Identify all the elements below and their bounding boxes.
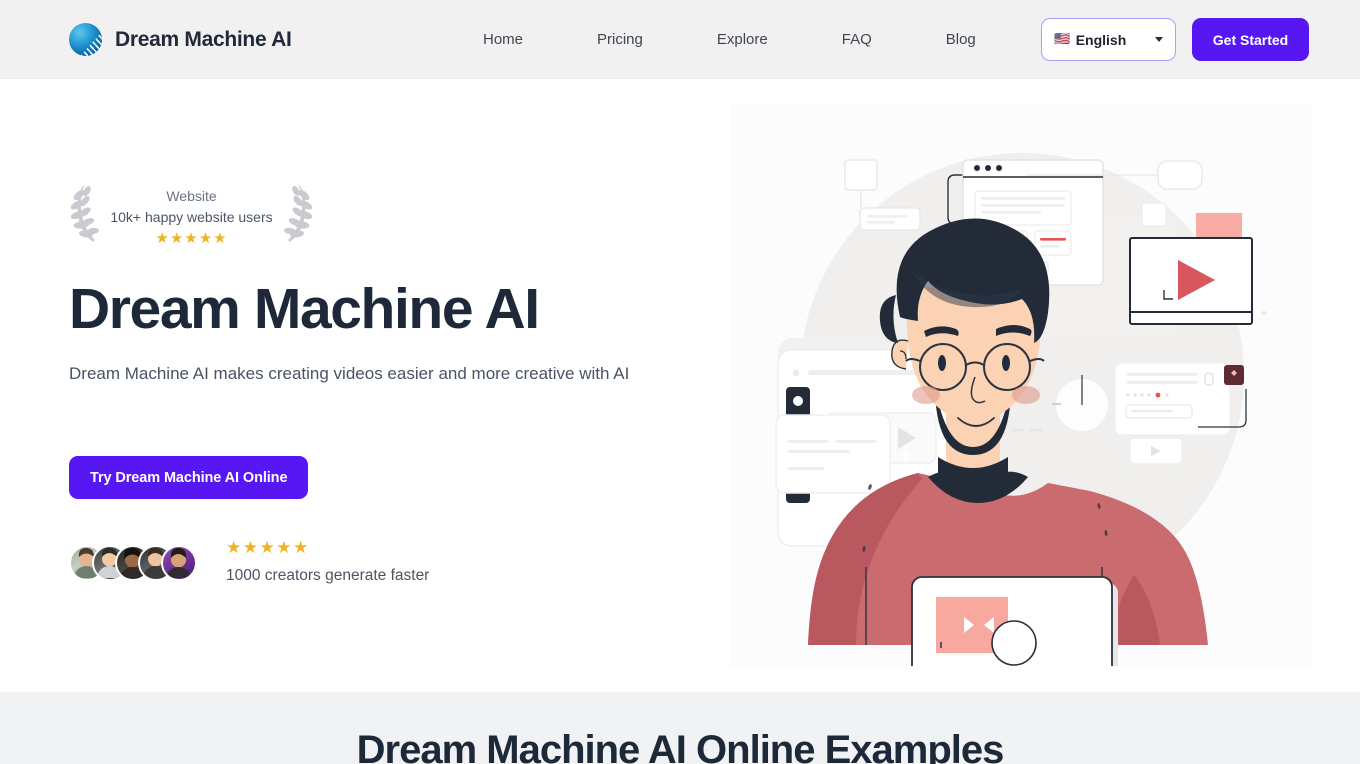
logo[interactable]: Dream Machine AI [69,23,292,56]
social-proof: ★★★★★ 1000 creators generate faster [69,540,429,585]
social-proof-stars: ★★★★★ [226,538,310,558]
nav-item-home[interactable]: Home [483,31,523,48]
main-nav: Home Pricing Explore FAQ Blog [483,0,976,79]
badge-title: Website [166,188,217,204]
hero-section: Website 10k+ happy website users ★★★★★ D… [0,79,1360,697]
social-proof-label: 1000 creators generate faster [226,567,430,584]
examples-section-title: Dream Machine AI Online Examples [356,728,1005,764]
examples-section: Dream Machine AI Online Examples [0,692,1360,764]
flag-icon: 🇺🇸 [1054,32,1071,47]
language-selector[interactable]: 🇺🇸 English [1041,18,1176,61]
language-label: English [1075,31,1127,48]
get-started-button[interactable]: Get Started [1192,18,1309,61]
nav-item-pricing[interactable]: Pricing [597,31,643,48]
social-proof-text-group: ★★★★★ 1000 creators generate faster [226,540,429,585]
trust-badge: Website 10k+ happy website users ★★★★★ [69,182,314,246]
logo-text: Dream Machine AI [115,27,292,51]
badge-subtitle: 10k+ happy website users [110,209,273,225]
hero-illustration-panel [730,105,1313,697]
nav-item-blog[interactable]: Blog [946,31,976,48]
sphere-logo-icon [69,23,102,56]
nav-item-faq[interactable]: FAQ [842,31,872,48]
page-title: Dream Machine AI [69,277,540,341]
badge-stars: ★★★★★ [155,229,228,247]
hero-subtitle: Dream Machine AI makes creating videos e… [69,364,630,383]
avatar [161,544,197,581]
avatar-group [69,544,197,581]
nav-item-explore[interactable]: Explore [717,31,768,48]
try-online-button[interactable]: Try Dream Machine AI Online [69,456,309,499]
site-header: Dream Machine AI Home Pricing Explore FA… [0,0,1360,79]
hero-illustration [765,153,1278,697]
chevron-down-icon [1155,37,1163,42]
